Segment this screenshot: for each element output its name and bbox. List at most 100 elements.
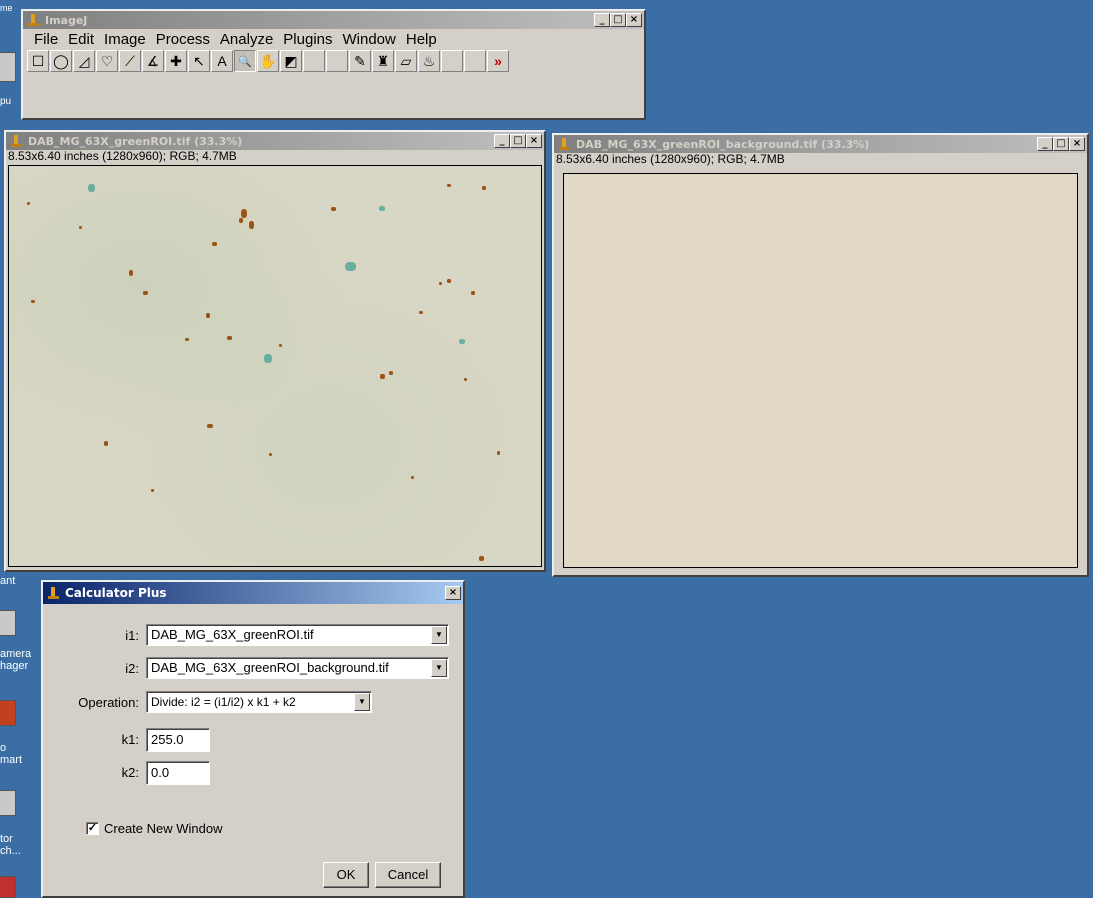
point-tool-icon[interactable]: ✚	[165, 50, 187, 72]
k1-field[interactable]: 255.0	[146, 728, 210, 752]
more-tools-icon[interactable]: »	[487, 50, 509, 72]
menu-process[interactable]: Process	[151, 31, 215, 48]
create-new-window-checkbox[interactable]: ✓	[86, 822, 99, 835]
desktop-flower-icon[interactable]	[0, 876, 16, 898]
imagej-microscope-icon	[558, 137, 572, 151]
maximize-button[interactable]: □	[610, 13, 626, 27]
desktop-icon-label-fragment: ant	[0, 575, 16, 587]
i2-select[interactable]: DAB_MG_63X_greenROI_background.tif ▼	[146, 657, 449, 679]
image-window-background-titlebar[interactable]: DAB_MG_63X_greenROI_background.tif (33.3…	[554, 135, 1087, 153]
maximize-button[interactable]: □	[510, 134, 526, 148]
k2-field[interactable]: 0.0	[146, 761, 210, 785]
cancel-button[interactable]: Cancel	[375, 862, 441, 888]
dab-stain-spot	[207, 424, 213, 428]
blank-tool-4-icon[interactable]	[464, 50, 486, 72]
operation-select[interactable]: Divide: i2 = (i1/i2) x k1 + k2 ▼	[146, 691, 372, 713]
desktop-camera-icon[interactable]	[0, 610, 16, 636]
chevron-down-icon[interactable]: ▼	[431, 626, 447, 644]
green-stain-spot	[379, 206, 385, 211]
freehand-tool-icon[interactable]: ♡	[96, 50, 118, 72]
calculator-title: Calculator Plus	[65, 586, 167, 600]
chevron-down-icon[interactable]: ▼	[431, 659, 447, 677]
operation-label: Operation:	[78, 695, 139, 710]
magnifier-tool-icon[interactable]: 🔍	[234, 50, 256, 72]
calculator-plus-dialog: Calculator Plus × i1: DAB_MG_63X_greenRO…	[41, 580, 465, 898]
dab-stain-spot	[497, 451, 500, 455]
dab-stain-spot	[464, 378, 467, 381]
close-button[interactable]: ×	[526, 134, 542, 148]
dab-stain-spot	[279, 344, 282, 347]
close-button[interactable]: ×	[445, 586, 461, 600]
desktop-recycle-icon[interactable]	[0, 790, 16, 816]
dab-stain-spot	[331, 207, 336, 211]
green-stain-spot	[345, 262, 356, 271]
rectangle-tool-icon[interactable]: ☐	[27, 50, 49, 72]
desktop-icon-label-fragment: pu	[0, 96, 12, 107]
image-window-greenroi-titlebar[interactable]: DAB_MG_63X_greenROI.tif (33.3%) _ □ ×	[6, 132, 544, 150]
imagej-microscope-icon	[27, 13, 41, 27]
desktop-computer-icon[interactable]	[0, 52, 16, 82]
dab-stain-spot	[482, 186, 486, 190]
menu-help[interactable]: Help	[401, 31, 442, 48]
image-canvas-tissue[interactable]	[8, 165, 542, 567]
image-window-greenroi: DAB_MG_63X_greenROI.tif (33.3%) _ □ × 8.…	[4, 130, 546, 572]
dab-stain-spot	[479, 556, 484, 561]
close-button[interactable]: ×	[626, 13, 642, 27]
dab-stain-spot	[447, 279, 451, 283]
green-stain-spot	[88, 184, 95, 192]
imagej-titlebar[interactable]: ImageJ _ □ ×	[23, 11, 644, 29]
desktop-app-icon[interactable]	[0, 700, 16, 726]
dab-stain-spot	[471, 291, 475, 295]
image-canvas-background[interactable]	[563, 173, 1078, 568]
menu-edit[interactable]: Edit	[63, 31, 99, 48]
maximize-button[interactable]: □	[1053, 137, 1069, 151]
brush-tool-icon[interactable]: ♜	[372, 50, 394, 72]
blank-tool-3-icon[interactable]	[441, 50, 463, 72]
pencil-tool-icon[interactable]: ✎	[349, 50, 371, 72]
ok-button[interactable]: OK	[323, 862, 369, 888]
flood-fill-tool-icon[interactable]: ♨	[418, 50, 440, 72]
minimize-button[interactable]: _	[1037, 137, 1053, 151]
image-window-greenroi-title: DAB_MG_63X_greenROI.tif (33.3%)	[28, 134, 243, 148]
line-tool-icon[interactable]: ⟋	[119, 50, 141, 72]
menu-image[interactable]: Image	[99, 31, 151, 48]
oval-tool-icon[interactable]: ◯	[50, 50, 72, 72]
minimize-button[interactable]: _	[594, 13, 610, 27]
close-button[interactable]: ×	[1069, 137, 1085, 151]
dab-stain-spot	[185, 338, 189, 341]
menu-analyze[interactable]: Analyze	[215, 31, 278, 48]
blank-tool-1-icon[interactable]	[303, 50, 325, 72]
text-tool-icon[interactable]: A	[211, 50, 233, 72]
imagej-menubar: File Edit Image Process Analyze Plugins …	[23, 29, 644, 49]
i1-select[interactable]: DAB_MG_63X_greenROI.tif ▼	[146, 624, 449, 646]
minimize-button[interactable]: _	[494, 134, 510, 148]
image-window-background: DAB_MG_63X_greenROI_background.tif (33.3…	[552, 133, 1089, 577]
color-picker-tool-icon[interactable]: ◩	[280, 50, 302, 72]
dab-stain-spot	[31, 300, 35, 303]
imagej-microscope-icon	[47, 586, 61, 600]
dab-stain-spot	[129, 270, 133, 276]
blank-tool-2-icon[interactable]	[326, 50, 348, 72]
dab-stain-spot	[380, 374, 385, 379]
calculator-titlebar[interactable]: Calculator Plus ×	[43, 582, 463, 604]
wand-tool-icon[interactable]: ↖	[188, 50, 210, 72]
dab-stain-spot	[239, 218, 243, 223]
dab-stain-spot	[151, 489, 154, 492]
menu-plugins[interactable]: Plugins	[278, 31, 337, 48]
menu-window[interactable]: Window	[338, 31, 401, 48]
dab-stain-spot	[143, 291, 148, 295]
chevron-down-icon[interactable]: ▼	[354, 693, 370, 711]
image-window-background-title: DAB_MG_63X_greenROI_background.tif (33.3…	[576, 137, 870, 151]
dab-stain-spot	[27, 202, 30, 205]
create-new-window-label[interactable]: Create New Window	[104, 821, 223, 836]
dab-stain-spot	[241, 209, 247, 218]
hand-tool-icon[interactable]: ✋	[257, 50, 279, 72]
menu-file[interactable]: File	[29, 31, 63, 48]
eraser-tool-icon[interactable]: ▱	[395, 50, 417, 72]
desktop-icon-label-fragment: amera hager	[0, 648, 32, 672]
dab-stain-spot	[104, 441, 108, 446]
imagej-status-bar	[23, 74, 644, 104]
angle-tool-icon[interactable]: ∡	[142, 50, 164, 72]
polygon-tool-icon[interactable]: ◿	[73, 50, 95, 72]
imagej-main-window: ImageJ _ □ × File Edit Image Process Ana…	[21, 9, 646, 120]
